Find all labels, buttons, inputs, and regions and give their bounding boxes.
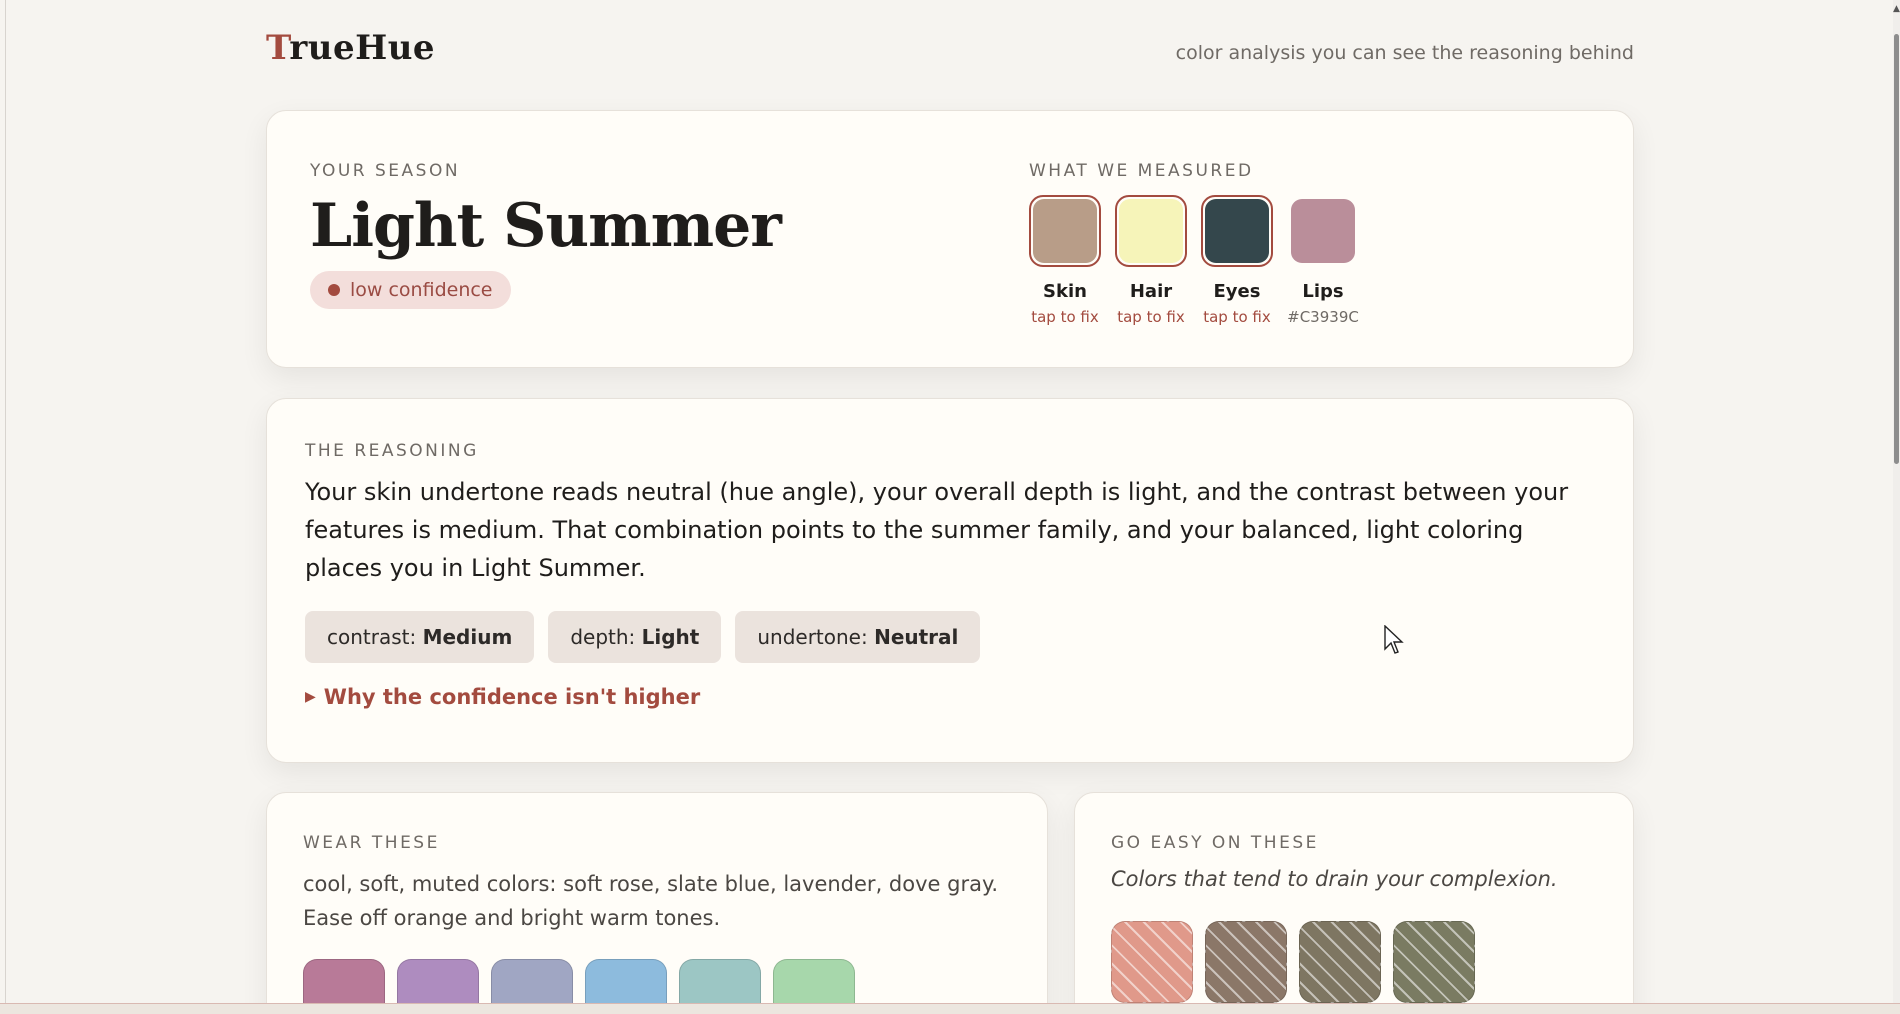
reasoning-content: THE REASONING Your skin undertone reads … (305, 441, 1595, 709)
wear-color-swatch[interactable] (679, 959, 761, 1003)
wear-content: WEAR THESE cool, soft, muted colors: sof… (303, 833, 1023, 1003)
swatch-name: Lips (1302, 281, 1344, 302)
trait-chip: depth: Light (548, 611, 722, 663)
swatch-ring[interactable] (1029, 195, 1101, 267)
window-bottom-edge (0, 1003, 1900, 1014)
season-summary: YOUR SEASON Light Summer low confidence (310, 161, 782, 309)
swatch-hex-value: #C3939C (1287, 308, 1359, 326)
wear-palette (303, 959, 1023, 1003)
measured-section: WHAT WE MEASURED Skin tap to fix Hair tap t… (1029, 161, 1359, 326)
swatch-color[interactable] (1205, 199, 1269, 263)
chip-key: depth: (570, 625, 636, 649)
reasoning-label: THE REASONING (305, 441, 479, 461)
scroll-up-arrow-icon[interactable]: ▲ (1893, 4, 1900, 14)
why-confidence-toggle[interactable]: ▶ Why the confidence isn't higher (305, 685, 1595, 709)
wear-color-swatch[interactable] (491, 959, 573, 1003)
tap-to-fix-link[interactable]: tap to fix (1031, 308, 1099, 326)
measured-swatch-hair[interactable]: Hair tap to fix (1115, 195, 1187, 326)
chip-value: Light (641, 625, 700, 649)
tap-to-fix-link[interactable]: tap to fix (1203, 308, 1271, 326)
wear-color-swatch[interactable] (397, 959, 479, 1003)
scrollbar-thumb[interactable] (1894, 34, 1899, 464)
wear-color-swatch[interactable] (585, 959, 667, 1003)
swatch-ring[interactable] (1115, 195, 1187, 267)
avoid-palette (1111, 921, 1558, 1003)
swatch-color[interactable] (1033, 199, 1097, 263)
reasoning-card: THE REASONING Your skin undertone reads … (266, 398, 1634, 763)
why-confidence-label: Why the confidence isn't higher (323, 685, 701, 709)
measured-swatch-skin[interactable]: Skin tap to fix (1029, 195, 1101, 326)
avoid-card: GO EASY ON THESE Colors that tend to dra… (1074, 792, 1634, 1003)
measured-swatches: Skin tap to fix Hair tap to fix Eyes tap to f… (1029, 195, 1359, 326)
disclosure-triangle-icon: ▶ (305, 689, 316, 705)
avoid-color-swatch[interactable] (1111, 921, 1193, 1003)
confidence-badge: low confidence (310, 271, 511, 309)
avoid-label: GO EASY ON THESE (1111, 833, 1319, 853)
brand-initial: T (266, 28, 290, 68)
wear-color-swatch[interactable] (303, 959, 385, 1003)
avoid-color-swatch[interactable] (1393, 921, 1475, 1003)
avoid-content: GO EASY ON THESE Colors that tend to dra… (1111, 833, 1558, 1003)
mouse-cursor-icon (1384, 625, 1404, 654)
trait-chip: undertone: Neutral (735, 611, 981, 663)
season-label: YOUR SEASON (310, 161, 461, 181)
wear-card: WEAR THESE cool, soft, muted colors: sof… (266, 792, 1048, 1003)
page-viewport: TrueHue color analysis you can see the r… (5, 0, 1895, 1003)
season-card: YOUR SEASON Light Summer low confidence … (266, 110, 1634, 368)
brand-name-rest: rueHue (289, 28, 436, 68)
avoid-color-swatch[interactable] (1205, 921, 1287, 1003)
swatch-color[interactable] (1119, 199, 1183, 263)
brand-logo[interactable]: TrueHue (266, 28, 435, 68)
swatch-name: Eyes (1213, 281, 1261, 302)
measured-swatch-lips[interactable]: Lips #C3939C (1287, 195, 1359, 326)
tagline: color analysis you can see the reasoning… (1175, 42, 1634, 64)
chip-key: contrast: (327, 625, 417, 649)
wear-color-swatch[interactable] (773, 959, 855, 1003)
chip-key: undertone: (757, 625, 868, 649)
reasoning-text: Your skin undertone reads neutral (hue a… (305, 478, 1569, 582)
swatch-name: Hair (1129, 281, 1173, 302)
tap-to-fix-link[interactable]: tap to fix (1117, 308, 1185, 326)
avoid-color-swatch[interactable] (1299, 921, 1381, 1003)
main-container: TrueHue color analysis you can see the r… (266, 0, 1634, 1003)
chip-value: Medium (422, 625, 513, 649)
swatch-name: Skin (1043, 281, 1087, 302)
wear-label: WEAR THESE (303, 833, 440, 853)
site-header: TrueHue color analysis you can see the r… (266, 0, 1634, 110)
measured-swatch-eyes[interactable]: Eyes tap to fix (1201, 195, 1273, 326)
swatch-color[interactable] (1291, 199, 1355, 263)
swatch-ring[interactable] (1287, 195, 1359, 267)
avoid-description: Colors that tend to drain your complexio… (1111, 867, 1558, 891)
measured-label: WHAT WE MEASURED (1029, 161, 1254, 181)
trait-chip: contrast: Medium (305, 611, 535, 663)
confidence-label: low confidence (350, 279, 493, 301)
swatch-ring[interactable] (1201, 195, 1273, 267)
wear-description: cool, soft, muted colors: soft rose, sla… (303, 872, 999, 930)
season-title: Light Summer (310, 191, 782, 261)
chip-value: Neutral (874, 625, 959, 649)
confidence-dot-icon (328, 284, 340, 296)
